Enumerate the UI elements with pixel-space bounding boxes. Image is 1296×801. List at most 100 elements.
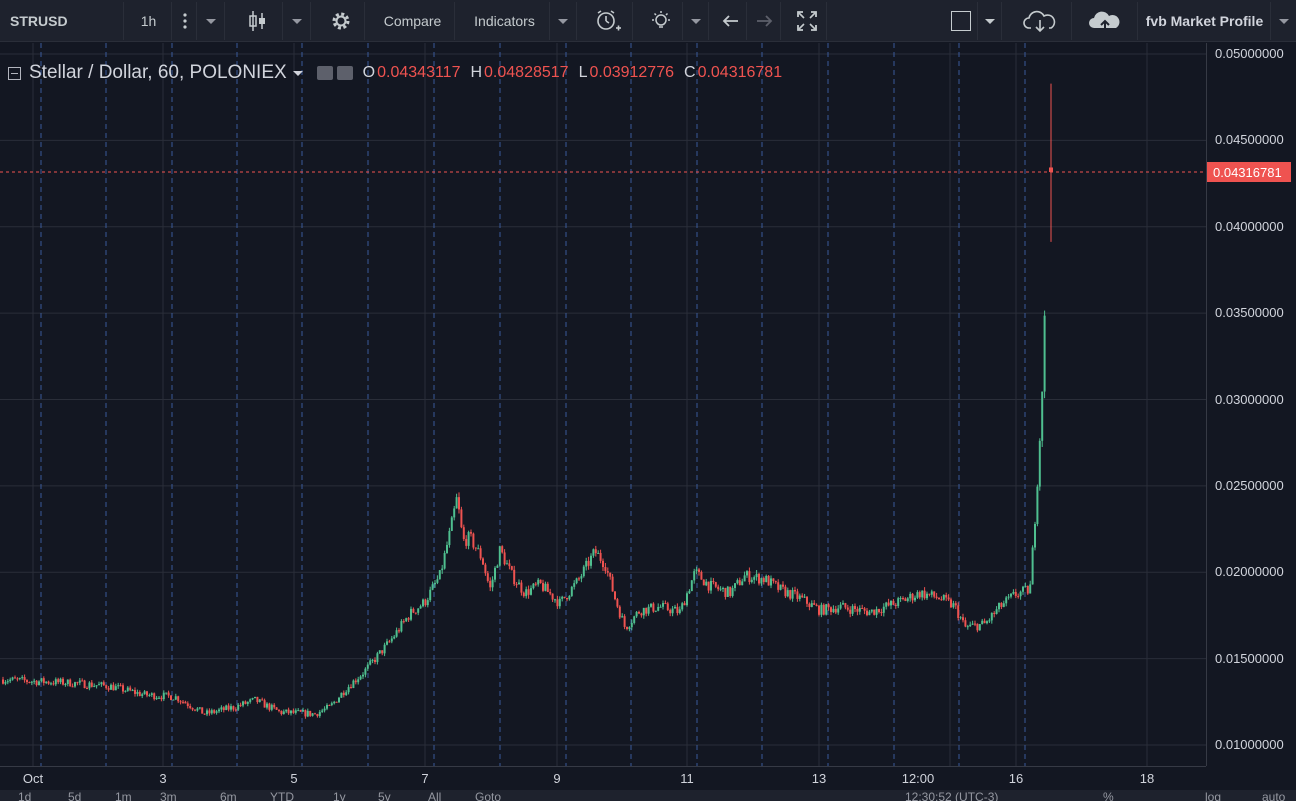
time-axis[interactable]: Oct 3 5 7 9 11 13 12:00 16 18 [0, 766, 1206, 790]
chart-style-button[interactable] [231, 2, 283, 40]
candle-body [333, 701, 336, 704]
candle [534, 581, 537, 587]
candle [690, 579, 693, 592]
last-candle [1049, 83, 1053, 242]
candle [398, 628, 400, 634]
candle [566, 597, 568, 602]
indicators-dropdown-button[interactable] [550, 2, 577, 40]
settings-small-icon[interactable] [336, 66, 353, 80]
open-value: 0.04343117 [377, 64, 461, 81]
candle-body [585, 560, 588, 567]
candle [194, 709, 196, 712]
candle [798, 593, 801, 602]
candle-body [21, 677, 24, 679]
candle [705, 578, 708, 587]
candle-body [458, 497, 460, 510]
candle [261, 697, 264, 701]
candle-body [969, 624, 972, 627]
candle-body [38, 681, 40, 686]
bottom-bar-item[interactable]: 1d [18, 790, 31, 801]
series-title[interactable]: Stellar / Dollar, 60, POLONIEX [29, 62, 287, 84]
settings-button[interactable] [317, 2, 365, 40]
candle-body [50, 683, 52, 685]
bottom-bar-item[interactable]: 5d [68, 790, 81, 801]
profile-dropdown-button[interactable] [1271, 2, 1296, 40]
candle-body [522, 592, 525, 597]
candle-body [650, 603, 652, 607]
candle-body [690, 580, 693, 592]
candle-body [160, 697, 163, 700]
candle [866, 607, 868, 617]
layout-dropdown-button[interactable] [978, 2, 1002, 40]
candle [201, 707, 204, 714]
candle-body [604, 567, 607, 572]
load-chart-button[interactable] [1008, 2, 1072, 40]
layout-square-icon [950, 11, 971, 31]
bottom-bar-item[interactable]: 12:30:52 (UTC-3) [905, 790, 998, 801]
candle [669, 608, 672, 617]
compare-button[interactable]: Compare [371, 2, 455, 40]
candle [664, 600, 667, 605]
redo-button[interactable] [747, 2, 781, 40]
candle-body [683, 603, 686, 606]
bottom-bar-item[interactable]: 1m [115, 790, 132, 801]
candle [256, 696, 259, 704]
interval-dropdown-button[interactable] [197, 2, 225, 40]
candle-body [971, 623, 974, 625]
undo-button[interactable] [715, 2, 747, 40]
collapse-legend-icon[interactable] [8, 66, 21, 80]
bottom-bar-item[interactable]: 1y [333, 790, 346, 801]
ideas-button[interactable] [639, 2, 683, 40]
candle [959, 616, 962, 620]
candle-body [798, 595, 801, 599]
candle [155, 695, 158, 700]
chart-pane[interactable] [0, 43, 1206, 766]
price-chart[interactable] [0, 43, 1206, 766]
candle-body [758, 573, 760, 584]
candle-body [767, 575, 770, 586]
candle [206, 708, 208, 717]
symbol-search-button[interactable]: STRUSD [0, 2, 124, 40]
candle [78, 678, 81, 686]
candle [1041, 391, 1044, 447]
candle-body [789, 590, 792, 599]
bottom-bar-item[interactable]: log [1205, 790, 1221, 801]
candle [102, 680, 105, 686]
bottom-bar-item[interactable]: All [428, 790, 441, 801]
candle [796, 588, 799, 602]
candle-body [935, 596, 938, 598]
candle-body [357, 679, 360, 683]
candle-body [45, 681, 48, 683]
candle-body [830, 607, 832, 613]
bottom-bar-item[interactable]: 3m [160, 790, 177, 801]
alert-button[interactable] [583, 2, 633, 40]
bottom-bar-item[interactable]: 6m [220, 790, 237, 801]
bottom-bar-item[interactable]: Goto [475, 790, 501, 801]
time-tick-label: 12:00 [901, 771, 935, 786]
chevron-down-icon[interactable] [292, 70, 303, 76]
interval-more-icon[interactable] [173, 2, 197, 40]
bottom-bar-item[interactable]: 5y [378, 790, 391, 801]
candle [518, 579, 520, 585]
layout-button[interactable] [944, 2, 978, 40]
price-axis[interactable]: 0.05000000 0.04500000 0.04000000 0.03500000… [1206, 43, 1296, 766]
candle-body [688, 591, 691, 594]
candle-body [1038, 440, 1041, 487]
eye-icon[interactable] [316, 66, 333, 80]
indicators-button[interactable]: Indicators [460, 2, 550, 40]
chart-style-dropdown-button[interactable] [283, 2, 311, 40]
interval-button[interactable]: 1h [126, 2, 172, 40]
fullscreen-button[interactable] [787, 2, 827, 40]
candle [4, 679, 7, 686]
save-chart-button[interactable] [1072, 2, 1138, 40]
candle [71, 683, 74, 688]
candle [702, 579, 705, 586]
bottom-bar-item[interactable]: % [1103, 790, 1114, 801]
candlestick-icon [248, 11, 265, 31]
bottom-bar-item[interactable]: auto [1262, 790, 1285, 801]
ideas-dropdown-button[interactable] [683, 2, 709, 40]
bottom-bar-item[interactable]: YTD [270, 790, 294, 801]
market-profile-button[interactable]: fvb Market Profile [1139, 2, 1271, 40]
candle [854, 603, 856, 613]
candle [335, 701, 338, 703]
